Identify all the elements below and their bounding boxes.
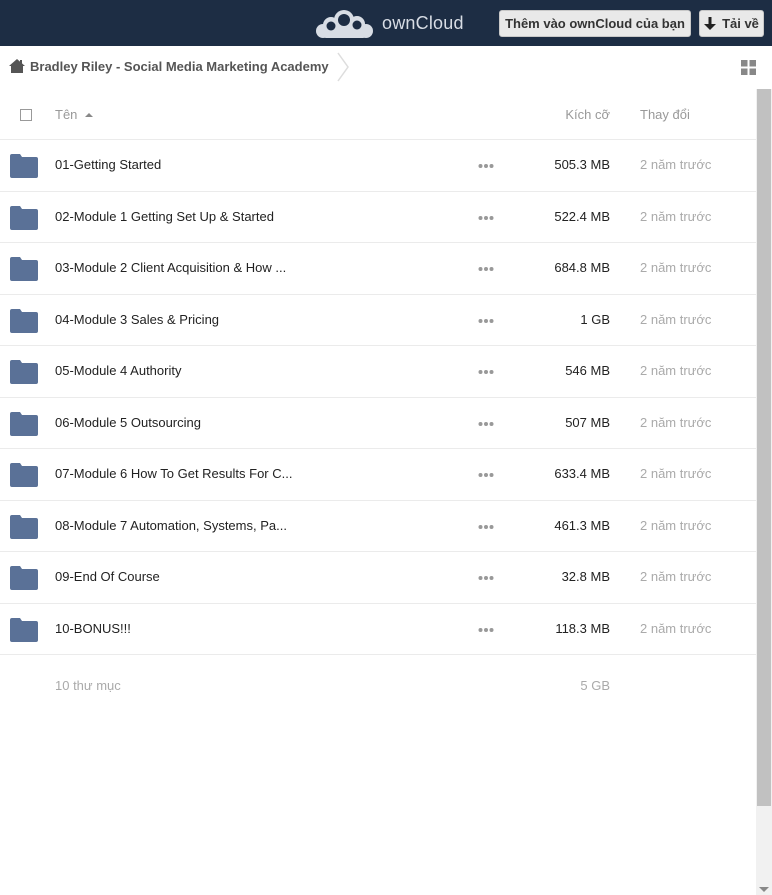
- column-header-modified[interactable]: Thay đổi: [640, 107, 690, 122]
- file-size: 505.3 MB: [554, 157, 610, 172]
- summary-total-size: 5 GB: [580, 678, 610, 693]
- sort-ascending-icon: [85, 113, 94, 117]
- vertical-scrollbar[interactable]: [756, 89, 772, 895]
- folder-icon: [10, 308, 38, 333]
- breadcrumb-separator-icon: [337, 52, 349, 82]
- folder-icon: [10, 566, 38, 590]
- download-icon: [704, 16, 717, 30]
- scroll-down-arrow-icon[interactable]: [759, 887, 769, 892]
- file-modified: 2 năm trước: [640, 466, 712, 481]
- file-name[interactable]: 05-Module 4 Authority: [55, 363, 181, 378]
- table-row[interactable]: 03-Module 2 Client Acquisition & How ...…: [0, 243, 756, 295]
- file-modified: 2 năm trước: [640, 569, 712, 584]
- table-row[interactable]: 08-Module 7 Automation, Systems, Pa... 46…: [0, 501, 756, 552]
- file-modified: 2 năm trước: [640, 414, 712, 430]
- file-name[interactable]: 10-BONUS!!!: [55, 621, 131, 636]
- column-name-label: Tên: [55, 107, 78, 122]
- file-name[interactable]: 04-Module 3 Sales & Pricing: [55, 312, 219, 327]
- more-actions-icon[interactable]: [478, 627, 494, 633]
- more-actions-icon[interactable]: [478, 369, 494, 375]
- file-size: 32.8 MB: [561, 569, 610, 584]
- more-actions-icon[interactable]: [478, 318, 494, 324]
- folder-icon: [10, 205, 38, 230]
- home-icon[interactable]: [9, 58, 25, 74]
- file-name[interactable]: 09-End Of Course: [55, 569, 160, 584]
- file-name[interactable]: 03-Module 2 Client Acquisition & How ...: [55, 260, 286, 275]
- download-label: Tải về: [722, 16, 759, 31]
- file-modified: 2 năm trước: [640, 208, 712, 224]
- folder-icon: [10, 617, 38, 642]
- scrollbar-thumb[interactable]: [757, 89, 771, 806]
- file-size: 1 GB: [580, 311, 610, 327]
- brand-name: ownCloud: [382, 12, 464, 33]
- folder-icon: [10, 154, 38, 178]
- column-header-size[interactable]: Kích cỡ: [565, 107, 610, 122]
- folder-icon: [10, 514, 38, 539]
- more-actions-icon[interactable]: [478, 472, 494, 478]
- table-row[interactable]: 02-Module 1 Getting Set Up & Started 522.…: [0, 192, 756, 243]
- breadcrumb-current-folder[interactable]: Bradley Riley - Social Media Marketing A…: [30, 59, 329, 74]
- table-row[interactable]: 01-Getting Started 505.3 MB 2 năm trước: [0, 140, 756, 192]
- folder-icon: [10, 411, 38, 436]
- table-row[interactable]: 07-Module 6 How To Get Results For C... 6…: [0, 449, 756, 501]
- file-name[interactable]: 06-Module 5 Outsourcing: [55, 415, 201, 430]
- file-table-header: Tên Kích cỡ Thay đổi: [0, 89, 756, 140]
- file-modified: 2 năm trước: [640, 260, 712, 275]
- table-row[interactable]: 09-End Of Course 32.8 MB 2 năm trước: [0, 552, 756, 604]
- owncloud-logo[interactable]: ownCloud: [314, 6, 464, 40]
- more-actions-icon[interactable]: [478, 575, 494, 581]
- cloud-icon: [316, 10, 373, 38]
- more-actions-icon[interactable]: [478, 421, 494, 427]
- download-button[interactable]: Tải về: [699, 10, 764, 37]
- file-size: 507 MB: [565, 414, 610, 430]
- more-actions-icon[interactable]: [478, 266, 494, 272]
- folder-icon: [10, 463, 38, 487]
- column-header-name[interactable]: Tên: [55, 107, 94, 122]
- file-list: 01-Getting Started 505.3 MB 2 năm trước 02-…: [0, 140, 756, 655]
- file-size: 522.4 MB: [554, 208, 610, 224]
- breadcrumb: Bradley Riley - Social Media Marketing A…: [0, 46, 772, 89]
- file-modified: 2 năm trước: [640, 517, 712, 533]
- file-name[interactable]: 08-Module 7 Automation, Systems, Pa...: [55, 518, 287, 533]
- file-size: 546 MB: [565, 363, 610, 378]
- add-to-owncloud-button[interactable]: Thêm vào ownCloud của bạn: [499, 10, 691, 37]
- grid-view-icon[interactable]: [741, 60, 756, 75]
- file-modified: 2 năm trước: [640, 311, 712, 327]
- top-header: ownCloud Thêm vào ownCloud của bạn Tải v…: [0, 0, 772, 46]
- file-list-summary: 10 thư mục 5 GB: [0, 670, 756, 700]
- file-size: 461.3 MB: [554, 517, 610, 533]
- select-all-checkbox[interactable]: [20, 109, 32, 121]
- file-modified: 2 năm trước: [640, 363, 712, 378]
- summary-folder-count: 10 thư mục: [55, 678, 121, 693]
- file-modified: 2 năm trước: [640, 620, 712, 636]
- file-name[interactable]: 01-Getting Started: [55, 157, 161, 172]
- file-size: 118.3 MB: [555, 620, 610, 636]
- more-actions-icon[interactable]: [478, 215, 494, 221]
- file-name[interactable]: 02-Module 1 Getting Set Up & Started: [55, 209, 274, 224]
- file-name[interactable]: 07-Module 6 How To Get Results For C...: [55, 466, 292, 481]
- more-actions-icon[interactable]: [478, 524, 494, 530]
- more-actions-icon[interactable]: [478, 163, 494, 169]
- table-row[interactable]: 06-Module 5 Outsourcing 507 MB 2 năm trước: [0, 398, 756, 449]
- table-row[interactable]: 04-Module 3 Sales & Pricing 1 GB 2 năm trư…: [0, 295, 756, 346]
- file-size: 633.4 MB: [554, 466, 610, 481]
- file-modified: 2 năm trước: [640, 157, 712, 172]
- file-size: 684.8 MB: [554, 260, 610, 275]
- table-row[interactable]: 05-Module 4 Authority 546 MB 2 năm trước: [0, 346, 756, 398]
- folder-icon: [10, 257, 38, 281]
- folder-icon: [10, 360, 38, 384]
- table-row[interactable]: 10-BONUS!!! 118.3 MB 2 năm trước: [0, 604, 756, 655]
